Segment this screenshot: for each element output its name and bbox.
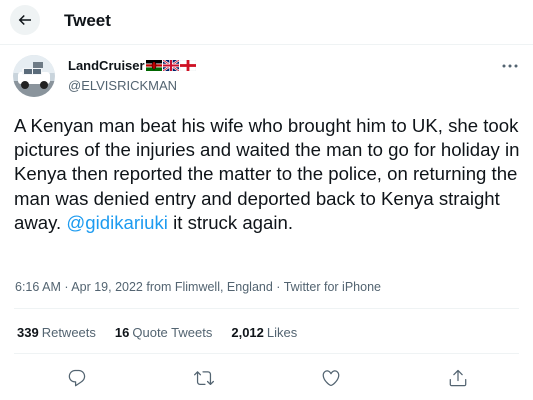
mention-link[interactable]: @gidikariuki	[66, 212, 168, 233]
retweet-button[interactable]	[193, 367, 215, 389]
back-button[interactable]	[10, 5, 40, 35]
stats-divider-bottom	[14, 353, 519, 354]
author-name[interactable]: LandCruiser	[68, 57, 196, 74]
likes-count: 2,012	[231, 325, 264, 340]
avatar[interactable]	[13, 55, 55, 97]
arrow-left-icon	[18, 14, 31, 26]
likes-label: Likes	[266, 325, 298, 340]
like-icon	[322, 370, 340, 387]
tweet-text: A Kenyan man beat his wife who brought h…	[14, 114, 524, 235]
retweets-count: 339	[17, 325, 39, 340]
tweet-location: from Flimwell, England	[146, 280, 273, 294]
reply-button[interactable]	[66, 367, 88, 389]
tweet-header: Tweet	[0, 0, 533, 44]
stats-divider-top	[14, 308, 519, 309]
tweet-date[interactable]: Apr 19, 2022	[71, 280, 143, 294]
share-button[interactable]	[447, 367, 469, 389]
share-icon	[449, 369, 467, 387]
tweet-actions	[0, 362, 533, 394]
tweet-meta: 6:16 AM · Apr 19, 2022 from Flimwell, En…	[15, 280, 381, 294]
kenya-flag-icon	[145, 60, 162, 71]
quote-tweets-count: 16	[114, 325, 130, 340]
tweet-source[interactable]: Twitter for iPhone	[284, 280, 381, 294]
quote-tweets-stat[interactable]: 16 Quote Tweets	[115, 325, 212, 341]
likes-stat[interactable]: 2,012 Likes	[231, 325, 297, 341]
tweet-time[interactable]: 6:16 AM	[15, 280, 61, 294]
retweets-stat[interactable]: 339 Retweets	[17, 325, 96, 341]
retweets-label: Retweets	[41, 325, 96, 340]
header-divider	[0, 44, 533, 45]
author-name-text: LandCruiser	[68, 58, 145, 73]
more-horizontal-icon	[502, 64, 518, 68]
more-options-button[interactable]	[498, 58, 522, 74]
uk-flag-icon	[162, 60, 179, 71]
tweet-stats: 339 Retweets 16 Quote Tweets 2,012 Likes	[17, 325, 316, 341]
like-button[interactable]	[320, 367, 342, 389]
tweet-body-tail: it struck again.	[167, 211, 293, 233]
reply-icon	[68, 369, 86, 387]
retweet-icon	[194, 371, 214, 386]
page-title: Tweet	[64, 11, 111, 30]
author-handle[interactable]: @ELVISRICKMAN	[68, 77, 177, 94]
author-flags	[145, 60, 196, 71]
quote-tweets-label: Quote Tweets	[132, 325, 213, 340]
england-flag-icon	[179, 60, 196, 71]
avatar-image	[13, 55, 55, 97]
